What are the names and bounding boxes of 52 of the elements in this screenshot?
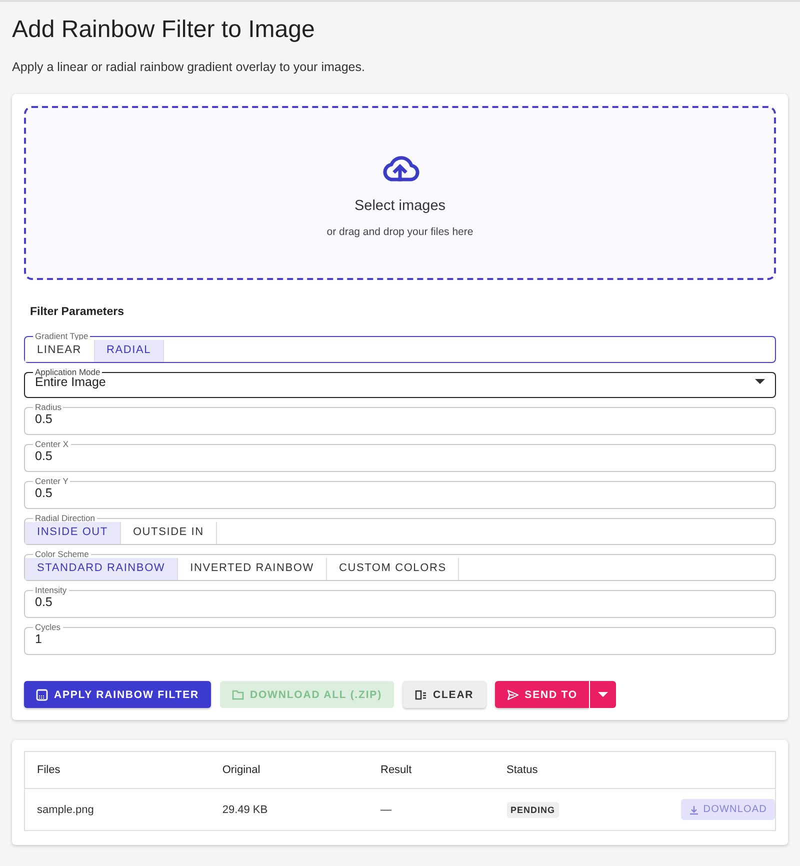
toggle-option[interactable]: INSIDE OUT bbox=[25, 522, 121, 544]
toggle-option[interactable]: LINEAR bbox=[25, 340, 95, 362]
column-header: Original bbox=[210, 752, 368, 788]
column-header: Status bbox=[494, 752, 670, 788]
text-field[interactable]: Center X 0.5 bbox=[24, 440, 776, 472]
field-label: Cycles bbox=[34, 623, 62, 631]
column-header: Files bbox=[24, 752, 210, 788]
table-cell: — bbox=[368, 788, 495, 830]
dropdown-caret-icon bbox=[755, 379, 765, 385]
dropdown-caret-icon bbox=[598, 692, 608, 698]
page-subtitle: Apply a linear or radial rainbow gradient overlay to your images. bbox=[12, 60, 365, 74]
status-chip: PENDING bbox=[506, 802, 560, 818]
number-input-field[interactable]: 1 bbox=[25, 630, 775, 654]
field-label: Center Y bbox=[34, 477, 70, 485]
table-cell: sample.png bbox=[24, 788, 210, 830]
field-label: Center X bbox=[34, 440, 70, 448]
dropdown-button[interactable] bbox=[589, 681, 616, 708]
column-header: Result bbox=[368, 752, 495, 788]
toggle-field[interactable]: Color Scheme STANDARD RAINBOW INVERTED RAINBOW CUSTOM COLORS bbox=[24, 550, 776, 581]
clear-button[interactable]: CLEAR bbox=[403, 681, 486, 708]
send-icon bbox=[506, 688, 519, 700]
folder-icon bbox=[232, 688, 244, 700]
download-icon bbox=[689, 804, 700, 814]
number-input-field[interactable]: 0.5 bbox=[25, 484, 775, 508]
toggle-field[interactable]: Gradient Type LINEAR RADIAL bbox=[24, 332, 776, 363]
clear-list-icon bbox=[415, 688, 427, 700]
select-field[interactable]: Application Mode Entire Image bbox=[24, 368, 776, 398]
drop-zone[interactable]: Select images or drag and drop your files here bbox=[24, 106, 776, 280]
table-cell: 29.49 KB bbox=[210, 788, 368, 830]
toggle-field[interactable]: Radial Direction INSIDE OUT OUTSIDE IN bbox=[24, 514, 776, 545]
field-label: Intensity bbox=[34, 586, 68, 594]
number-input-field[interactable]: 0.5 bbox=[25, 593, 775, 617]
number-input-field[interactable]: 0.5 bbox=[25, 410, 775, 434]
number-input-field[interactable]: 0.5 bbox=[25, 447, 775, 471]
field-label: Radial Direction bbox=[34, 514, 96, 522]
apply-button[interactable]: APPLY RAINBOW FILTER bbox=[24, 681, 211, 708]
field-label: Radius bbox=[34, 403, 62, 411]
drop-zone-hint: or drag and drop your files here bbox=[326, 226, 474, 238]
page-title: Add Rainbow Filter to Image bbox=[12, 16, 315, 44]
filter-icon bbox=[36, 688, 48, 700]
section-heading: Filter Parameters bbox=[30, 306, 124, 318]
toggle-option[interactable]: RADIAL bbox=[94, 340, 164, 362]
field-label: Color Scheme bbox=[34, 550, 90, 558]
toggle-option[interactable]: STANDARD RAINBOW bbox=[25, 558, 178, 580]
field-label: Gradient Type bbox=[34, 332, 90, 340]
field-label: Application Mode bbox=[34, 368, 102, 376]
text-field[interactable]: Center Y 0.5 bbox=[24, 477, 776, 509]
text-field[interactable]: Intensity 0.5 bbox=[24, 586, 776, 618]
send-button[interactable]: SEND TO bbox=[494, 681, 590, 708]
text-field[interactable]: Cycles 1 bbox=[24, 623, 776, 655]
text-field[interactable]: Radius 0.5 bbox=[24, 403, 776, 435]
drop-zone-title: Select images bbox=[354, 198, 446, 214]
